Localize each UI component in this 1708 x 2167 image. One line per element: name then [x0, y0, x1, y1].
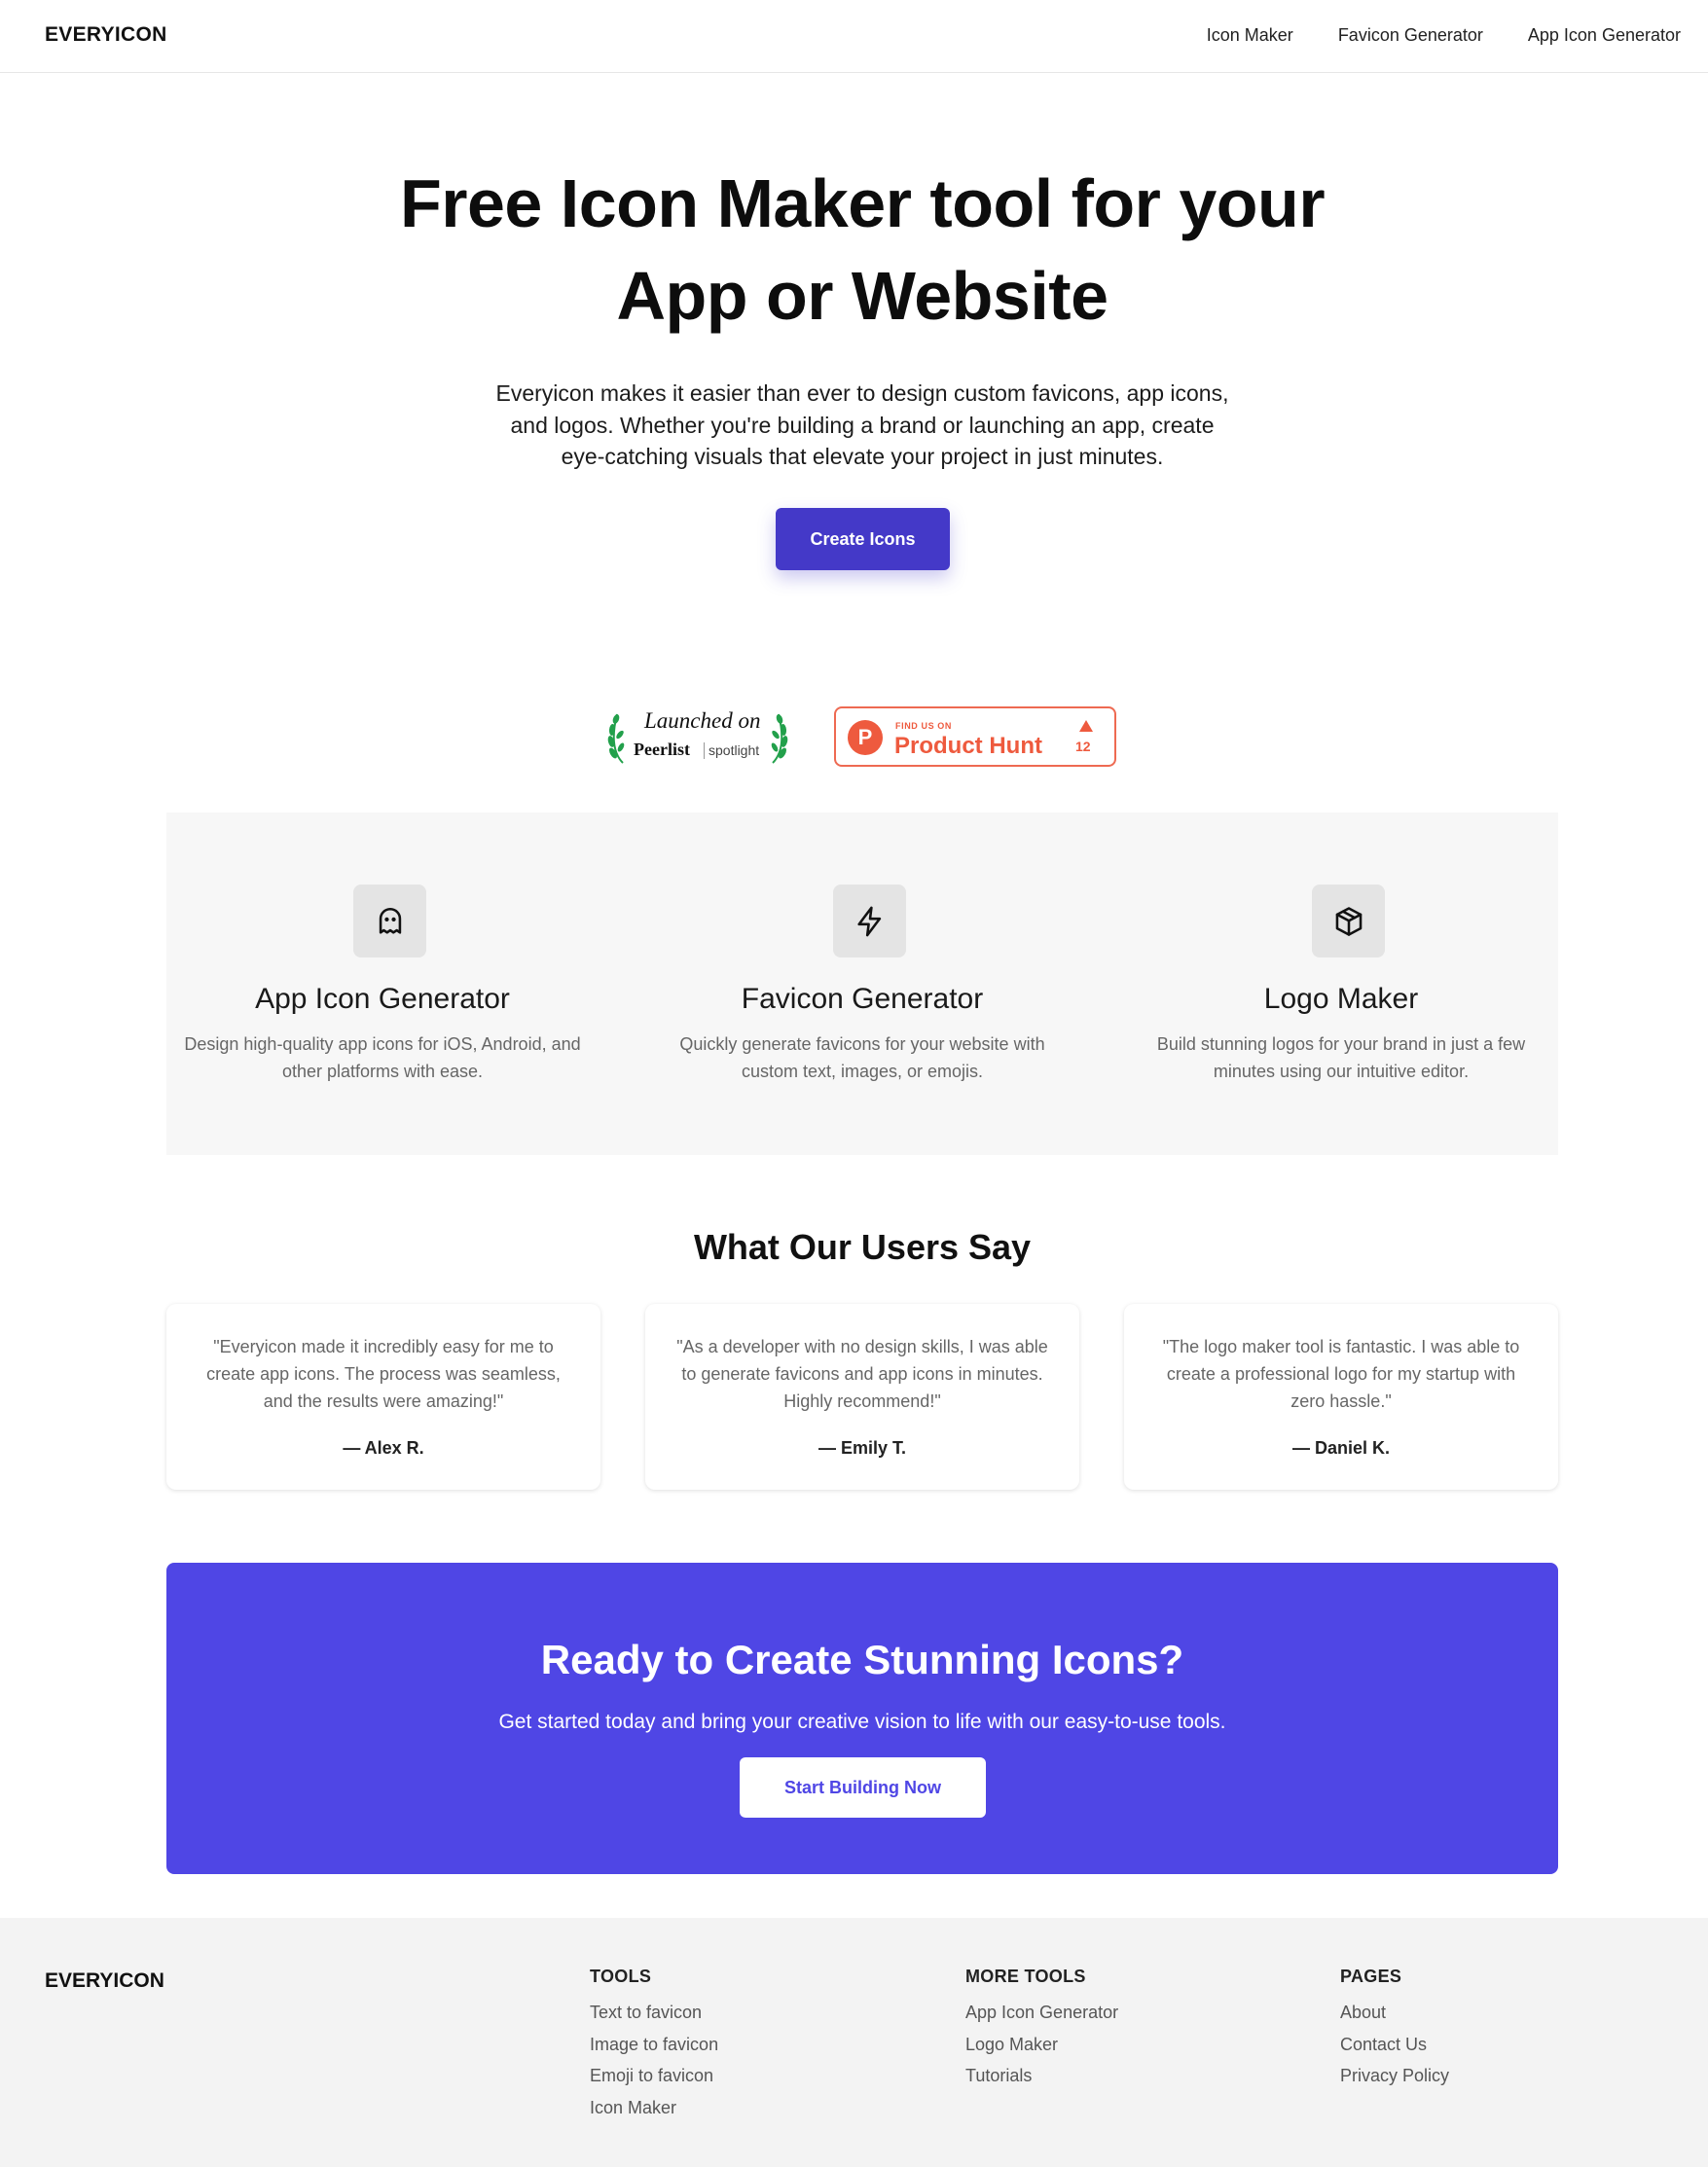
peerlist-divider: [704, 742, 705, 759]
feature-title: App Icon Generator: [255, 983, 510, 1015]
box-icon: [1312, 885, 1385, 957]
peerlist-name: Peerlist: [634, 740, 690, 759]
footer-brand[interactable]: EVERYICON: [45, 1969, 164, 1993]
nav-link-icon-maker[interactable]: Icon Maker: [1207, 25, 1293, 46]
footer-link-emoji-to-favicon[interactable]: Emoji to favicon: [590, 2060, 882, 2092]
feature-card-logo-maker[interactable]: Logo Maker Build stunning logos for your…: [1132, 813, 1550, 1155]
features-section: App Icon Generator Design high-quality a…: [166, 813, 1558, 1155]
laurel-right-icon: [771, 713, 788, 764]
cta-banner-subtitle: Get started today and bring your creativ…: [498, 1711, 1226, 1733]
footer-link-icon-maker[interactable]: Icon Maker: [590, 2092, 882, 2124]
testimonial-author: — Emily T.: [818, 1438, 907, 1458]
hero-title: Free Icon Maker tool for your App or Web…: [0, 158, 1708, 343]
testimonial-quote: "As a developer with no design skills, I…: [676, 1337, 1048, 1411]
peerlist-launched-text: Launched on: [644, 708, 761, 733]
footer-link-image-to-favicon[interactable]: Image to favicon: [590, 2029, 882, 2061]
nav-link-favicon-generator[interactable]: Favicon Generator: [1338, 25, 1483, 46]
start-building-button[interactable]: Start Building Now: [740, 1757, 986, 1818]
testimonial-card: "Everyicon made it incredibly easy for m…: [166, 1304, 600, 1490]
footer-column-pages: PAGES About Contact Us Privacy Policy: [1340, 1967, 1632, 2092]
nav-link-app-icon-generator[interactable]: App Icon Generator: [1528, 25, 1681, 46]
feature-card-favicon-generator[interactable]: Favicon Generator Quickly generate favic…: [653, 813, 1072, 1155]
ghost-icon: [353, 885, 426, 957]
footer-column-tools: TOOLS Text to favicon Image to favicon E…: [590, 1967, 882, 2123]
footer-link-privacy-policy[interactable]: Privacy Policy: [1340, 2060, 1632, 2092]
nav-links: Icon Maker Favicon Generator App Icon Ge…: [1207, 25, 1681, 46]
testimonial-quote: "Everyicon made it incredibly easy for m…: [206, 1337, 561, 1411]
footer-column-heading: MORE TOOLS: [965, 1967, 1086, 1986]
feature-card-app-icon-generator[interactable]: App Icon Generator Design high-quality a…: [173, 813, 592, 1155]
producthunt-badge[interactable]: P FIND US ON Product Hunt 12: [834, 706, 1116, 767]
peerlist-badge[interactable]: Launched on Peerlist spotlight: [605, 704, 790, 767]
footer-link-contact-us[interactable]: Contact Us: [1340, 2029, 1632, 2061]
hero-title-line-1: Free Icon Maker tool for your: [399, 165, 1326, 241]
footer-column-heading: TOOLS: [590, 1967, 652, 1986]
cta-banner: Ready to Create Stunning Icons? Get star…: [166, 1563, 1558, 1874]
testimonial-card: "The logo maker tool is fantastic. I was…: [1124, 1304, 1558, 1490]
brand-logo[interactable]: EVERYICON: [45, 23, 167, 47]
hero-title-line-2: App or Website: [616, 258, 1108, 334]
feature-description: Quickly generate favicons for your websi…: [679, 1034, 1045, 1081]
laurel-left-icon: [607, 713, 625, 764]
cta-banner-title: Ready to Create Stunning Icons?: [540, 1637, 1184, 1682]
testimonial-card: "As a developer with no design skills, I…: [645, 1304, 1079, 1490]
producthunt-find-text: FIND US ON: [895, 721, 953, 731]
producthunt-name: Product Hunt: [894, 733, 1042, 759]
testimonials-title: What Our Users Say: [693, 1227, 1032, 1267]
upvote-arrow-icon: [1079, 720, 1093, 732]
hero-subtitle: Everyicon makes it easier than ever to d…: [495, 380, 1229, 469]
feature-description: Design high-quality app icons for iOS, A…: [184, 1034, 581, 1081]
footer-link-logo-maker[interactable]: Logo Maker: [965, 2029, 1257, 2061]
footer-link-tutorials[interactable]: Tutorials: [965, 2060, 1257, 2092]
producthunt-logo-icon: P: [848, 720, 883, 755]
testimonial-quote: "The logo maker tool is fantastic. I was…: [1162, 1337, 1520, 1411]
footer-column-heading: PAGES: [1340, 1967, 1402, 1986]
footer-link-about[interactable]: About: [1340, 1997, 1632, 2029]
testimonial-author: — Daniel K.: [1291, 1438, 1391, 1458]
footer: EVERYICON TOOLS Text to favicon Image to…: [0, 1918, 1708, 2167]
footer-link-text-to-favicon[interactable]: Text to favicon: [590, 1997, 882, 2029]
footer-column-more-tools: MORE TOOLS App Icon Generator Logo Maker…: [965, 1967, 1257, 2092]
feature-title: Favicon Generator: [741, 983, 984, 1015]
producthunt-upvote-count: 12: [1075, 739, 1091, 754]
lightning-icon: [833, 885, 906, 957]
feature-title: Logo Maker: [1263, 983, 1419, 1015]
create-icons-button[interactable]: Create Icons: [776, 508, 950, 570]
top-nav: EVERYICON Icon Maker Favicon Generator A…: [0, 0, 1708, 73]
testimonial-author: — Alex R.: [343, 1438, 424, 1458]
footer-link-app-icon-generator[interactable]: App Icon Generator: [965, 1997, 1257, 2029]
feature-description: Build stunning logos for your brand in j…: [1156, 1034, 1526, 1081]
peerlist-tag: spotlight: [709, 742, 760, 758]
